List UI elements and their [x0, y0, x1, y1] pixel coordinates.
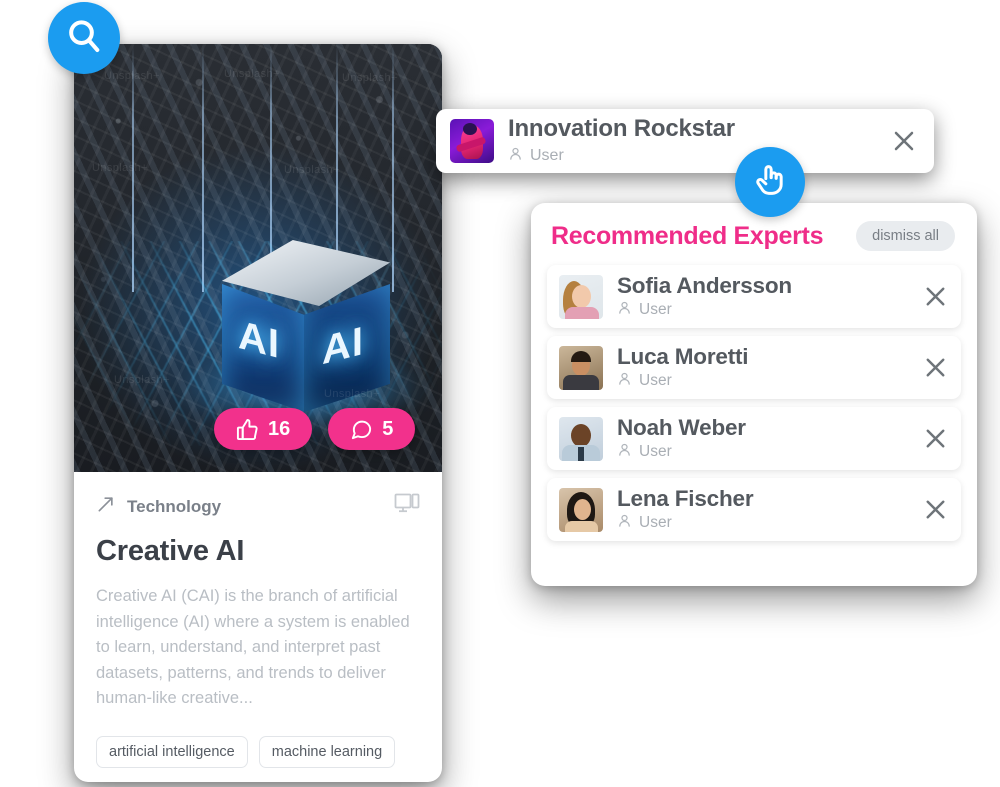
avatar [559, 274, 603, 319]
watermark: Unsplash+ [324, 388, 380, 400]
expert-role: User [617, 300, 906, 320]
avatar-head [463, 123, 477, 135]
article-tags: artificial intelligence machine learning [96, 735, 420, 768]
panel-title: Recommended Experts [551, 221, 824, 250]
watermark: Unsplash+ [342, 72, 398, 84]
screen-root: AI AI Unsplash+ Unsplash+ Unsplash+ Unsp… [0, 0, 1000, 787]
toast-role-label: User [530, 146, 564, 164]
watermark: Unsplash+ [92, 162, 148, 174]
article-description: Creative AI (CAI) is the branch of artif… [96, 587, 410, 707]
avatar [559, 487, 603, 532]
thumbs-up-icon [236, 418, 259, 441]
pointing-hand-icon [750, 160, 790, 205]
expert-role-label: User [639, 442, 672, 460]
expert-name: Lena Fischer [617, 486, 754, 512]
expert-info: Sofia Andersson User [617, 273, 906, 319]
expert-role: User [617, 371, 906, 391]
tag-chip[interactable]: artificial intelligence [96, 735, 248, 768]
experts-list: Sofia Andersson User Luca Moretti User N… [547, 265, 961, 541]
search-icon [64, 16, 104, 61]
expert-row[interactable]: Noah Weber User [547, 407, 961, 470]
expert-info: Lena Fischer User [617, 486, 906, 532]
read-layout-icon[interactable] [394, 492, 420, 521]
comment-bubble-icon [350, 418, 373, 441]
article-category-label: Technology [127, 496, 222, 516]
expert-row[interactable]: Lena Fischer User [547, 478, 961, 541]
watermark: Unsplash+ [224, 68, 280, 80]
engagement-bar: 16 5 [214, 408, 416, 450]
expert-name: Luca Moretti [617, 344, 749, 370]
dismiss-all-button[interactable]: dismiss all [856, 221, 955, 251]
expert-name: Noah Weber [617, 415, 746, 441]
article-meta-row: Technology [96, 492, 420, 521]
expert-role-label: User [639, 371, 672, 389]
expert-info: Noah Weber User [617, 415, 906, 461]
expert-row[interactable]: Sofia Andersson User [547, 265, 961, 328]
expert-dismiss-button[interactable] [920, 281, 951, 312]
expert-role: User [617, 442, 906, 462]
toast-role: User [508, 146, 874, 166]
user-icon [617, 442, 632, 462]
avatar [559, 345, 603, 390]
article-card[interactable]: AI AI Unsplash+ Unsplash+ Unsplash+ Unsp… [74, 44, 442, 782]
user-icon [617, 513, 632, 533]
tag-chip[interactable]: machine learning [258, 735, 396, 768]
trending-arrow-icon [96, 494, 116, 519]
experts-header: Recommended Experts dismiss all [547, 221, 961, 251]
expert-role: User [617, 513, 906, 533]
expert-role-label: User [639, 513, 672, 531]
expert-row[interactable]: Luca Moretti User [547, 336, 961, 399]
comment-button[interactable]: 5 [328, 408, 416, 450]
avatar [450, 119, 494, 163]
comment-count: 5 [382, 417, 394, 440]
like-button[interactable]: 16 [214, 408, 313, 450]
expert-dismiss-button[interactable] [920, 494, 951, 525]
expert-name: Sofia Andersson [617, 273, 792, 299]
expert-dismiss-button[interactable] [920, 352, 951, 383]
user-icon [508, 146, 523, 166]
watermark: Unsplash+ [104, 70, 160, 82]
watermark: Unsplash+ [114, 374, 170, 386]
toast-close-button[interactable] [888, 125, 920, 157]
cursor-fab-button[interactable] [735, 147, 805, 217]
watermark: Unsplash+ [284, 164, 340, 176]
toast-text: Innovation Rockstar User [508, 115, 874, 166]
article-body: Technology Creative AI Creative AI (CAI)… [74, 472, 442, 782]
expert-role-label: User [639, 300, 672, 318]
article-category[interactable]: Technology [96, 494, 221, 519]
article-title: Creative AI [96, 535, 245, 567]
recommended-experts-panel: Recommended Experts dismiss all Sofia An… [531, 203, 977, 586]
like-count: 16 [268, 417, 291, 440]
avatar [559, 416, 603, 461]
user-icon [617, 300, 632, 320]
user-icon [617, 371, 632, 391]
search-fab-button[interactable] [48, 2, 120, 74]
article-image: AI AI Unsplash+ Unsplash+ Unsplash+ Unsp… [74, 44, 442, 472]
toast-name: Innovation Rockstar [508, 115, 735, 143]
expert-dismiss-button[interactable] [920, 423, 951, 454]
notification-toast[interactable]: Innovation Rockstar User [436, 109, 934, 173]
expert-info: Luca Moretti User [617, 344, 906, 390]
